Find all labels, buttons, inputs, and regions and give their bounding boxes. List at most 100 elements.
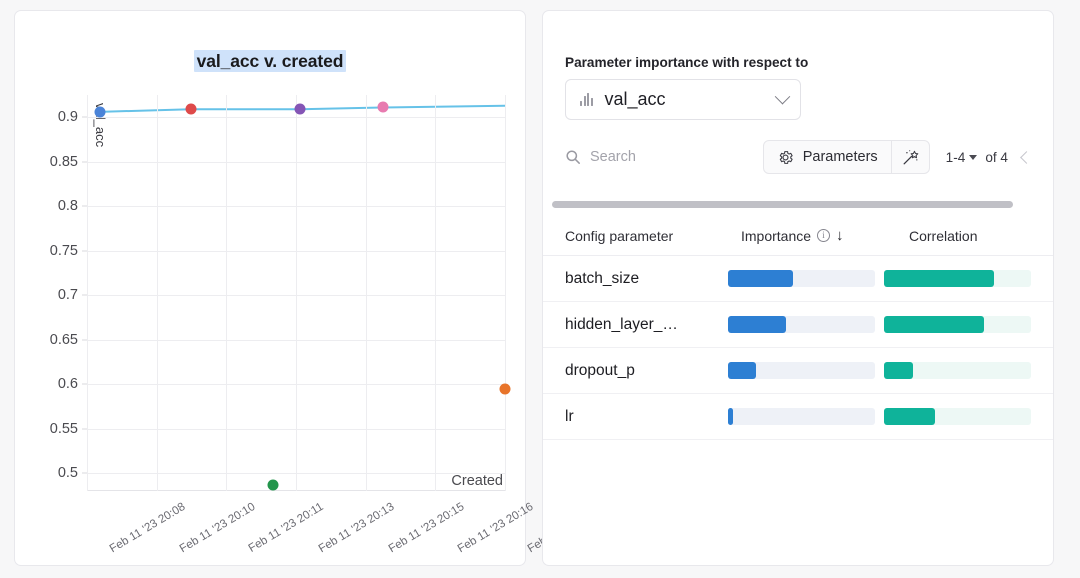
row-importance-cell	[728, 408, 884, 425]
y-tick-label: 0.6	[57, 376, 78, 393]
y-tick-label: 0.75	[49, 242, 78, 259]
pagination-range-select[interactable]: 1-4	[946, 150, 978, 165]
chart-data-point[interactable]	[294, 103, 306, 115]
gridline-vertical	[226, 95, 228, 491]
gridline-vertical	[296, 95, 297, 491]
pagination: 1-4 of 4	[946, 149, 1033, 165]
chart-data-point[interactable]	[185, 103, 197, 115]
y-tick-label: 0.8	[57, 198, 78, 215]
pagination-total: of 4	[985, 149, 1008, 165]
gridline-vertical	[435, 95, 437, 491]
table-row[interactable]: dropout_p	[543, 348, 1053, 394]
chart-data-point[interactable]	[267, 479, 279, 491]
row-parameter-name: dropout_p	[565, 361, 635, 379]
search-icon	[566, 150, 580, 164]
correlation-fill	[884, 316, 984, 333]
correlation-fill	[884, 270, 995, 287]
x-tick-label: Feb 11 '23 20:10	[176, 500, 258, 556]
y-tick-label: 0.55	[49, 420, 78, 437]
app-root: val_acc v. created val_acc Created 0.9 0.…	[0, 0, 1080, 578]
importance-track	[728, 270, 876, 287]
magic-wand-icon	[903, 149, 918, 164]
plot-region: Created 0.9 0.85 0.8 0.75 0.7 0.65 0.6 0.55 0.5 F…	[50, 95, 606, 555]
importance-fill	[728, 316, 786, 333]
caret-down-icon	[969, 154, 978, 160]
search-input[interactable]: Search	[565, 149, 763, 165]
chart-title: val_acc v. created	[15, 50, 525, 72]
column-header-importance-label: Importance	[741, 227, 812, 244]
pagination-range-label: 1-4	[945, 149, 966, 165]
y-tick-label: 0.5	[57, 465, 78, 482]
row-correlation-cell	[884, 270, 1031, 287]
correlation-track	[884, 362, 1031, 379]
toolbar-button-group: Parameters	[762, 140, 930, 174]
row-parameter-name: batch_size	[565, 269, 640, 287]
correlation-track	[884, 270, 1031, 287]
gridline-vertical	[505, 95, 506, 491]
importance-fill	[728, 362, 757, 379]
row-correlation-cell	[884, 362, 1031, 379]
magic-wand-button[interactable]	[890, 141, 929, 173]
row-parameter-name: hidden_layer_…	[565, 315, 678, 333]
table-row[interactable]: lr	[543, 394, 1053, 440]
x-tick-label: Feb 11 '23 20:16	[455, 500, 536, 556]
metric-select-value: val_acc	[604, 89, 666, 109]
y-tick-label: 0.65	[49, 331, 78, 348]
chart-title-text: val_acc v. created	[193, 50, 347, 72]
row-parameter-name: lr	[565, 407, 574, 425]
gear-icon	[779, 150, 793, 164]
table-row[interactable]: hidden_layer_…	[543, 302, 1053, 348]
y-tick-label: 0.85	[49, 153, 78, 170]
correlation-fill	[884, 362, 914, 379]
parameter-importance-panel: Parameter importance with respect to val…	[542, 10, 1054, 566]
importance-track	[728, 362, 876, 379]
row-correlation-cell	[884, 408, 1031, 425]
x-tick-label: Feb 11 '23 20:15	[385, 500, 467, 556]
column-header-config-parameter[interactable]: Config parameter	[565, 228, 741, 244]
chart-card: val_acc v. created val_acc Created 0.9 0.…	[14, 10, 606, 566]
panel-header: Parameter importance with respect to val…	[543, 11, 1053, 174]
arrow-down-icon: ↓	[836, 227, 844, 244]
gridline-vertical	[87, 95, 88, 491]
horizontal-scrollbar[interactable]	[552, 201, 1013, 208]
importance-track	[728, 408, 876, 425]
chart-data-point[interactable]	[499, 383, 511, 395]
panel-heading: Parameter importance with respect to	[565, 55, 809, 70]
importance-fill	[728, 270, 793, 287]
bar-chart-icon	[580, 93, 593, 106]
y-tick-label: 0.9	[57, 109, 78, 126]
x-tick-label: Feb 11 '23 20:11	[246, 500, 326, 555]
metric-select[interactable]: val_acc	[565, 79, 801, 120]
parameters-button-label: Parameters	[802, 149, 878, 165]
info-icon[interactable]: i	[817, 229, 831, 242]
x-tick-label: Feb 11 '23 20:08	[107, 500, 188, 556]
x-axis-title: Created	[451, 473, 503, 489]
y-tick-label: 0.7	[57, 287, 78, 304]
row-correlation-cell	[884, 316, 1031, 333]
row-importance-cell	[728, 362, 884, 379]
correlation-track	[884, 408, 1031, 425]
importance-track	[728, 316, 876, 333]
x-tick-label: Feb 11 '23 20:13	[316, 500, 397, 556]
chevron-left-icon[interactable]	[1020, 150, 1033, 164]
parameters-button[interactable]: Parameters	[764, 141, 891, 173]
row-importance-cell	[728, 270, 884, 287]
correlation-fill	[884, 408, 936, 425]
column-header-importance[interactable]: Importance i ↓	[741, 228, 909, 244]
importance-fill	[728, 408, 733, 425]
table-row[interactable]: batch_size	[543, 256, 1053, 302]
correlation-track	[884, 316, 1031, 333]
chart-data-point[interactable]	[377, 101, 389, 113]
gridline-vertical	[365, 95, 367, 491]
gridline-vertical	[156, 95, 158, 491]
table-body: batch_size hidden_layer_… dropout_plr	[543, 256, 1053, 440]
row-importance-cell	[728, 316, 884, 333]
column-header-correlation[interactable]: Correlation	[909, 228, 1031, 244]
table-header-row: Config parameter Importance i ↓ Correlat…	[543, 216, 1053, 256]
parameter-importance-table: Config parameter Importance i ↓ Correlat…	[543, 216, 1053, 440]
table-toolbar: Search Parameters 1-4 of 4	[565, 140, 1033, 174]
chart-area: val_acc v. created val_acc Created 0.9 0.…	[15, 11, 606, 565]
search-placeholder: Search	[590, 149, 636, 165]
chart-data-point[interactable]	[94, 106, 106, 118]
chevron-down-icon	[774, 88, 791, 105]
